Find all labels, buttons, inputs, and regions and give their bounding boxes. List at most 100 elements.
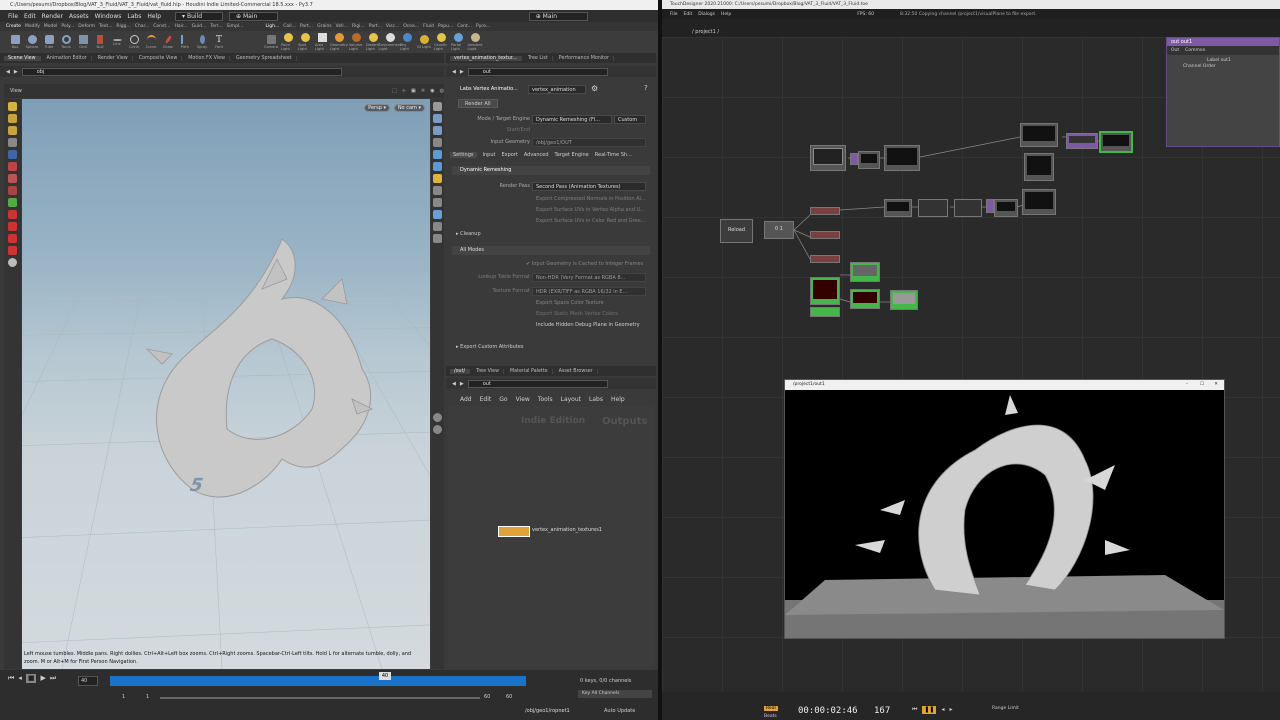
shelf-tab[interactable]: Part... [369,24,382,29]
camera-lock-icon[interactable]: ◉ [430,88,434,94]
td-range-limit[interactable]: Range Limit [992,706,1019,711]
auto-update-button[interactable]: Auto Update [604,708,635,714]
stop-icon[interactable]: ■ [25,674,37,683]
shelf-tab[interactable]: Simpl... [227,24,244,29]
selection-icon[interactable]: ⬚ [392,88,397,94]
network-path-field[interactable]: out [467,379,608,388]
menu-labs[interactable]: Labs [127,13,141,20]
tool-environment-light[interactable]: Environment Light [379,33,401,51]
td-node-render-top[interactable] [1020,123,1058,147]
tool-curve[interactable]: Curve [144,33,158,51]
shelf-tab[interactable]: Create [6,24,21,29]
tool-circle[interactable]: Circle [127,33,141,51]
td-node-top-1[interactable] [884,199,912,217]
normals-icon[interactable] [433,162,442,171]
tab-motion-fx-view[interactable]: Motion FX View [184,55,230,61]
shelf-tab[interactable]: Hair... [174,24,187,29]
option-static-mesh-colors[interactable]: Export Static Mesh Vertex Colors [536,310,618,319]
tab-tree-view[interactable]: Tree View [472,368,504,374]
option-compressed-normals[interactable]: Export Compressed Normals in Position Al… [536,195,646,204]
tab-asset-browser[interactable]: Asset Browser [555,368,598,374]
net-menu-labs[interactable]: Labs [589,396,603,403]
mode-select[interactable]: Dynamic Remeshing (Fl... [532,115,612,124]
light-display-icon[interactable] [433,174,442,183]
close-icon[interactable]: ✕ [1214,380,1218,390]
hud-icon[interactable] [433,234,442,243]
tool-null[interactable]: Null [93,33,107,51]
net-menu-tools[interactable]: Tools [538,396,553,403]
playbar[interactable] [110,676,526,686]
range-slider[interactable] [160,697,480,699]
minimize-icon[interactable]: – [1186,380,1188,390]
tab-target-engine[interactable]: Target Engine [555,152,589,158]
shelf-tab[interactable]: Guid... [192,24,207,29]
td-node-green-2[interactable] [810,307,840,317]
td-step-back-icon[interactable]: ◂ [941,706,944,714]
td-go-start-icon[interactable]: ⏮ [912,706,917,714]
backface-icon[interactable] [433,138,442,147]
display-icon[interactable]: ▣ [411,88,416,94]
magnet-icon[interactable] [8,210,17,219]
menu-help[interactable]: Help [147,13,161,20]
tool-grid[interactable]: Grid [76,33,90,51]
tool-torus[interactable]: Torus [59,33,73,51]
wireframe-icon[interactable] [433,114,442,123]
node-name-field[interactable]: vertex_animation [528,85,586,94]
net-menu-help[interactable]: Help [611,396,625,403]
td-node-top-4[interactable] [994,199,1018,217]
pointer-icon[interactable] [8,138,17,147]
move-tool-icon[interactable] [8,114,17,123]
td-beats[interactable]: Beats [764,714,777,719]
texture-format-select[interactable]: HDR (EXR/TIFF as RGBA 16/32 in E... [532,287,646,296]
shelf-tab[interactable]: Part... [300,24,313,29]
tab-performance-monitor[interactable]: Performance Monitor [555,55,614,61]
desktop-select[interactable]: ▾ Build [175,11,224,21]
tool-gi-light[interactable]: GI Light [417,33,431,51]
td-node-green-3[interactable] [850,262,880,282]
go-end-icon[interactable]: ⏭ [50,674,56,683]
option-hidden-debug-plane[interactable]: Include Hidden Debug Plane in Geometry [536,321,640,330]
shelf-tab[interactable]: Text... [99,24,112,29]
td-menu-help[interactable]: Help [721,12,731,17]
snap-grid-icon[interactable] [8,234,17,243]
snap-curve-icon[interactable] [8,246,17,255]
td-node-reload[interactable]: Reload [720,219,753,243]
tool-sphere[interactable]: Sphere [25,33,39,51]
shadow-icon[interactable] [433,186,442,195]
tab-advanced[interactable]: Advanced [524,152,549,158]
tool-camera[interactable]: Camera [264,33,278,51]
td-node-purple-2[interactable] [986,199,994,213]
persp-menu[interactable]: Persp ▾ [364,104,390,112]
forward-arrow-icon[interactable]: ▶ [460,69,464,75]
td-menu-dialogs[interactable]: Dialogs [698,12,715,17]
pose-icon[interactable] [8,174,17,183]
bg-icon[interactable] [433,222,442,231]
tool-sky-light[interactable]: Sky Light [400,33,414,51]
lookup-format-select[interactable]: Non-HDR (Very Format as RGBA 8... [532,273,646,282]
start-frame-2[interactable]: 1 [146,694,149,700]
tool-geometry-light[interactable]: Geometry Light [330,33,348,51]
param-path-field[interactable]: out [467,67,608,76]
render-pass-select[interactable]: Second Pass (Animation Textures) [532,182,646,191]
tab-export[interactable]: Export [501,152,517,158]
shelf-tab[interactable]: Fluid [423,24,434,29]
tool-volume-light[interactable]: Volume Light [349,33,363,51]
shelf-tab[interactable]: Visc... [386,24,399,29]
tool-spray[interactable]: Spray [195,33,209,51]
paint-icon[interactable] [8,198,17,207]
key-all-channels-button[interactable]: Key All Channels [578,690,652,698]
vat-node[interactable] [498,526,530,537]
td-node-top-2[interactable] [918,199,948,217]
td-node-sphere[interactable] [1024,153,1054,181]
tool-box[interactable]: Box [8,33,22,51]
td-node-chop-1[interactable] [810,207,840,215]
td-node-out1[interactable] [1099,131,1133,153]
tool-font[interactable]: T Font [212,33,226,51]
shelf-tab[interactable]: Popu... [438,24,453,29]
td-node-movie-in[interactable] [810,145,846,171]
step-back-icon[interactable]: ◂ [18,674,22,683]
right-main-select[interactable]: ⊕ Main [528,11,588,21]
tab-settings[interactable]: Settings [450,152,477,158]
shelf-tab[interactable]: Deform [78,24,95,29]
td-node-top-3[interactable] [954,199,982,217]
